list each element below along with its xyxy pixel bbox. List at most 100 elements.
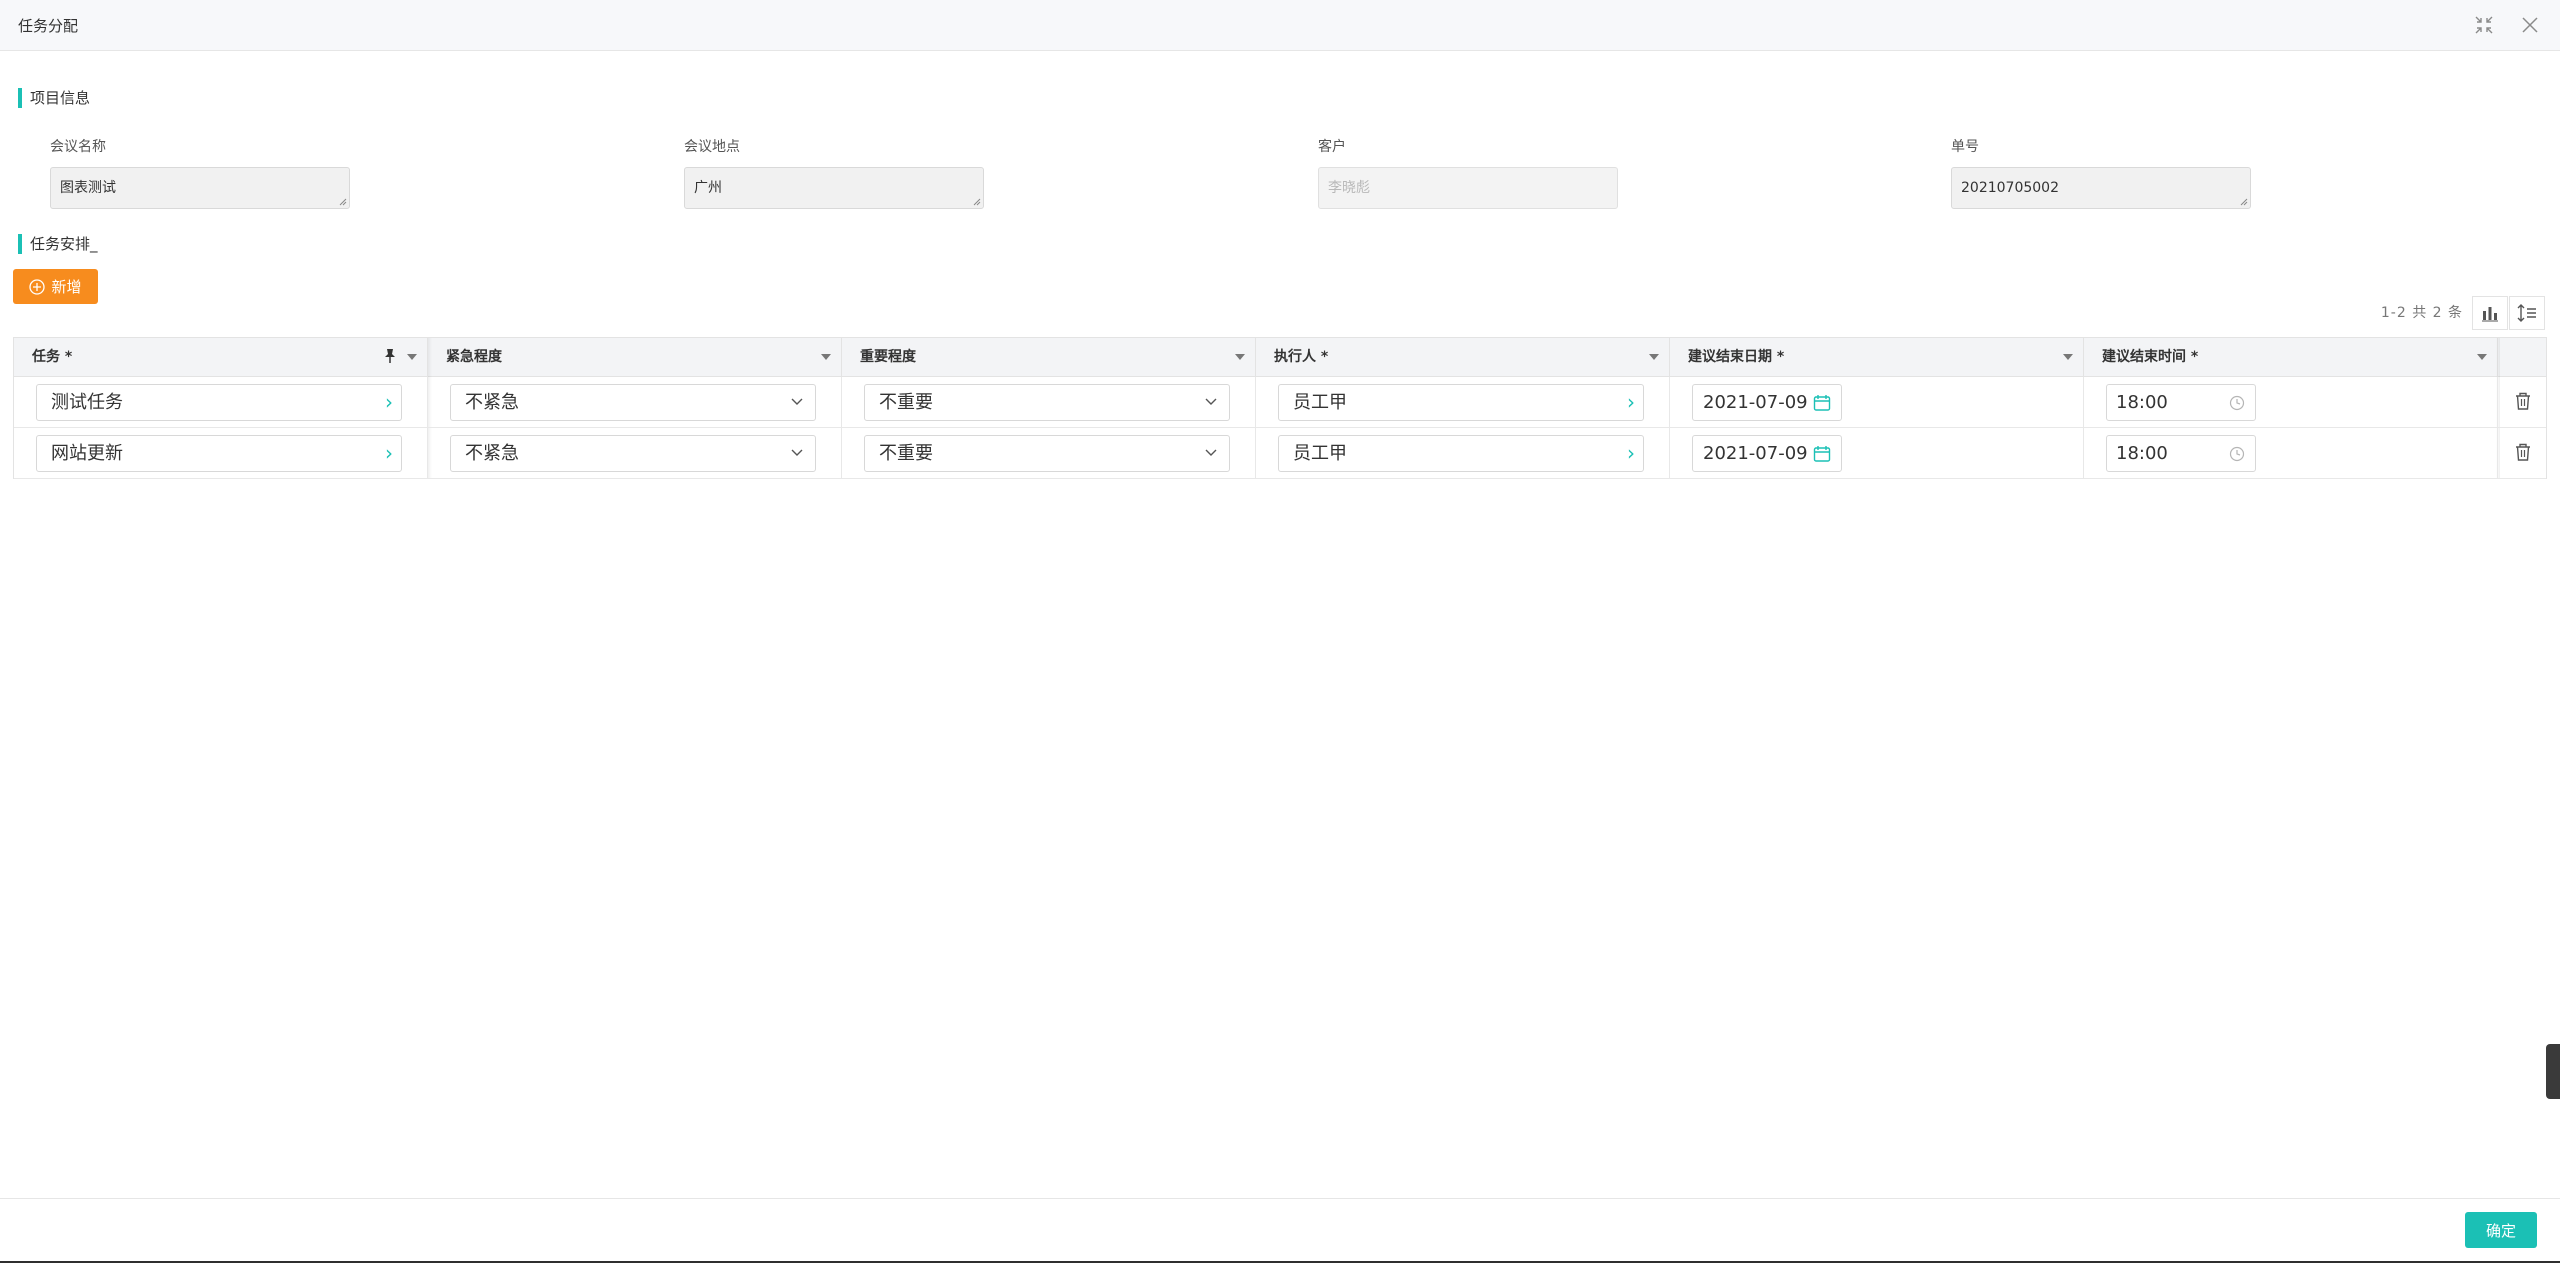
resize-grip-icon[interactable] [339,198,347,206]
assignee-value: 员工甲 [1293,392,1347,413]
column-menu-icon[interactable] [1649,354,1659,360]
end-date-picker[interactable]: 2021-07-09 [1692,384,1842,421]
chevron-down-icon [1205,449,1217,456]
end-date-value: 2021-07-09 [1703,392,1808,413]
column-menu-icon[interactable] [821,354,831,360]
order-number-field[interactable]: 20210705002 [1951,167,2251,209]
chevron-down-icon [1205,398,1217,405]
column-label: 建议结束时间 * [2102,349,2199,365]
end-date-value: 2021-07-09 [1703,443,1808,464]
customer-label: 客户 [1318,139,1346,155]
trash-icon[interactable] [2514,391,2532,411]
customer-field: 李晓彪 [1318,167,1618,209]
cell-end-date: 2021-07-09 [1670,377,2084,428]
customer-value: 李晓彪 [1328,180,1370,196]
column-header-assignee[interactable]: 执行人 * [1256,338,1670,377]
column-label: 建议结束日期 * [1688,349,1785,365]
table-row: 测试任务 › 不紧急 不重要 员工甲 › 2021-07-09 18:00 [14,377,2546,428]
task-value: 网站更新 [51,443,123,464]
pin-icon[interactable] [383,348,397,364]
column-menu-icon[interactable] [2063,354,2073,360]
cell-urgency: 不紧急 [428,428,842,479]
cell-task: 网站更新 › [14,428,428,479]
table-row: 网站更新 › 不紧急 不重要 员工甲 › 2021-07-09 18:00 [14,428,2546,479]
calendar-icon [1813,395,1831,411]
cell-end-time: 18:00 [2084,428,2498,479]
end-time-picker[interactable]: 18:00 [2106,435,2256,472]
assignee-picker[interactable]: 员工甲 › [1278,384,1644,421]
meeting-name-label: 会议名称 [50,139,106,155]
pager-info: 1-2 共 2 条 [2380,305,2463,321]
column-header-end-time[interactable]: 建议结束时间 * [2084,338,2498,377]
clock-icon [2229,395,2245,411]
task-picker[interactable]: 网站更新 › [36,435,402,472]
trash-icon[interactable] [2514,442,2532,462]
end-date-picker[interactable]: 2021-07-09 [1692,435,1842,472]
section-title-tasks: 任务安排_ [18,234,98,254]
cell-assignee: 员工甲 › [1256,428,1670,479]
meeting-location-label: 会议地点 [684,139,740,155]
meeting-name-field[interactable]: 图表测试 [50,167,350,209]
column-header-task[interactable]: 任务 * [14,338,428,377]
chevron-down-icon [791,398,803,405]
meeting-name-value: 图表测试 [60,180,116,196]
column-menu-icon[interactable] [1235,354,1245,360]
task-value: 测试任务 [51,392,123,413]
task-picker[interactable]: 测试任务 › [36,384,402,421]
assignee-picker[interactable]: 员工甲 › [1278,435,1644,472]
chevron-right-icon: › [385,441,393,465]
row-height-button[interactable] [2509,296,2545,330]
chart-view-button[interactable] [2472,296,2508,330]
column-label: 重要程度 [860,349,916,365]
collapse-icon[interactable] [2472,13,2496,37]
task-table: 任务 * 紧急程度 重要程度 执行人 * 建议结束日期 * 建议结束时间 * 测… [13,337,2547,479]
urgency-select[interactable]: 不紧急 [450,435,816,472]
end-time-value: 18:00 [2116,392,2168,413]
importance-value: 不重要 [879,392,933,413]
column-header-urgency[interactable]: 紧急程度 [428,338,842,377]
assignee-value: 员工甲 [1293,443,1347,464]
urgency-select[interactable]: 不紧急 [450,384,816,421]
importance-select[interactable]: 不重要 [864,435,1230,472]
column-header-importance[interactable]: 重要程度 [842,338,1256,377]
end-time-picker[interactable]: 18:00 [2106,384,2256,421]
importance-value: 不重要 [879,443,933,464]
cell-end-date: 2021-07-09 [1670,428,2084,479]
order-number-value: 20210705002 [1961,180,2059,196]
add-task-button[interactable]: 新增 [13,269,98,304]
column-menu-icon[interactable] [2477,354,2487,360]
close-icon[interactable] [2518,13,2542,37]
side-drawer-handle[interactable] [2546,1044,2560,1099]
calendar-icon [1813,446,1831,462]
dialog-titlebar: 任务分配 [0,0,2560,51]
section-title-project-info: 项目信息 [18,88,90,108]
meeting-location-value: 广州 [694,180,722,196]
row-height-icon [2517,304,2536,322]
cell-importance: 不重要 [842,377,1256,428]
end-time-value: 18:00 [2116,443,2168,464]
cell-assignee: 员工甲 › [1256,377,1670,428]
chevron-right-icon: › [1627,390,1635,414]
resize-grip-icon[interactable] [2240,198,2248,206]
column-label: 任务 * [32,349,73,365]
clock-icon [2229,446,2245,462]
cell-task: 测试任务 › [14,377,428,428]
cell-importance: 不重要 [842,428,1256,479]
bar-chart-icon [2482,307,2498,322]
chevron-right-icon: › [385,390,393,414]
urgency-value: 不紧急 [465,392,519,413]
column-menu-icon[interactable] [407,354,417,360]
resize-grip-icon[interactable] [973,198,981,206]
dialog-footer: 确定 [0,1198,2560,1263]
cell-end-time: 18:00 [2084,377,2498,428]
column-label: 执行人 * [1274,349,1329,365]
chevron-down-icon [791,449,803,456]
column-header-end-date[interactable]: 建议结束日期 * [1670,338,2084,377]
order-number-label: 单号 [1951,139,1979,155]
importance-select[interactable]: 不重要 [864,384,1230,421]
ok-button[interactable]: 确定 [2465,1212,2537,1248]
meeting-location-field[interactable]: 广州 [684,167,984,209]
plus-circle-icon [29,278,46,295]
chevron-right-icon: › [1627,441,1635,465]
column-label: 紧急程度 [446,349,502,365]
